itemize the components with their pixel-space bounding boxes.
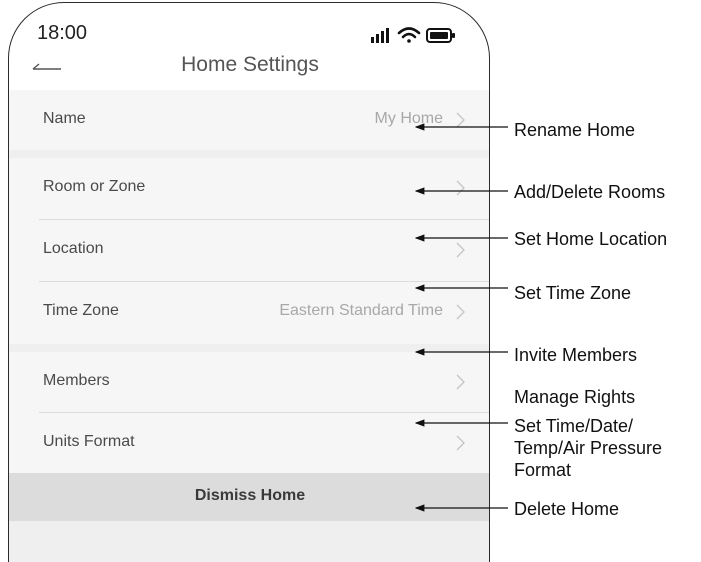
annotation-rooms: Add/Delete Rooms	[514, 182, 666, 202]
annotation-members: Invite Members	[514, 345, 638, 365]
annotation-rights: Manage Rights	[514, 387, 636, 407]
annotation-units-3: Format	[514, 460, 572, 480]
annotation-units-2: Temp/Air Pressure	[514, 438, 663, 458]
annotation-dismiss: Delete Home	[514, 499, 620, 519]
annotation-units-1: Set Time/Date/	[514, 416, 634, 436]
annotation-arrows	[414, 123, 508, 512]
annotation-timezone: Set Time Zone	[514, 283, 632, 303]
annotation-location: Set Home Location	[514, 229, 668, 249]
annotation-rename: Rename Home	[514, 120, 636, 140]
